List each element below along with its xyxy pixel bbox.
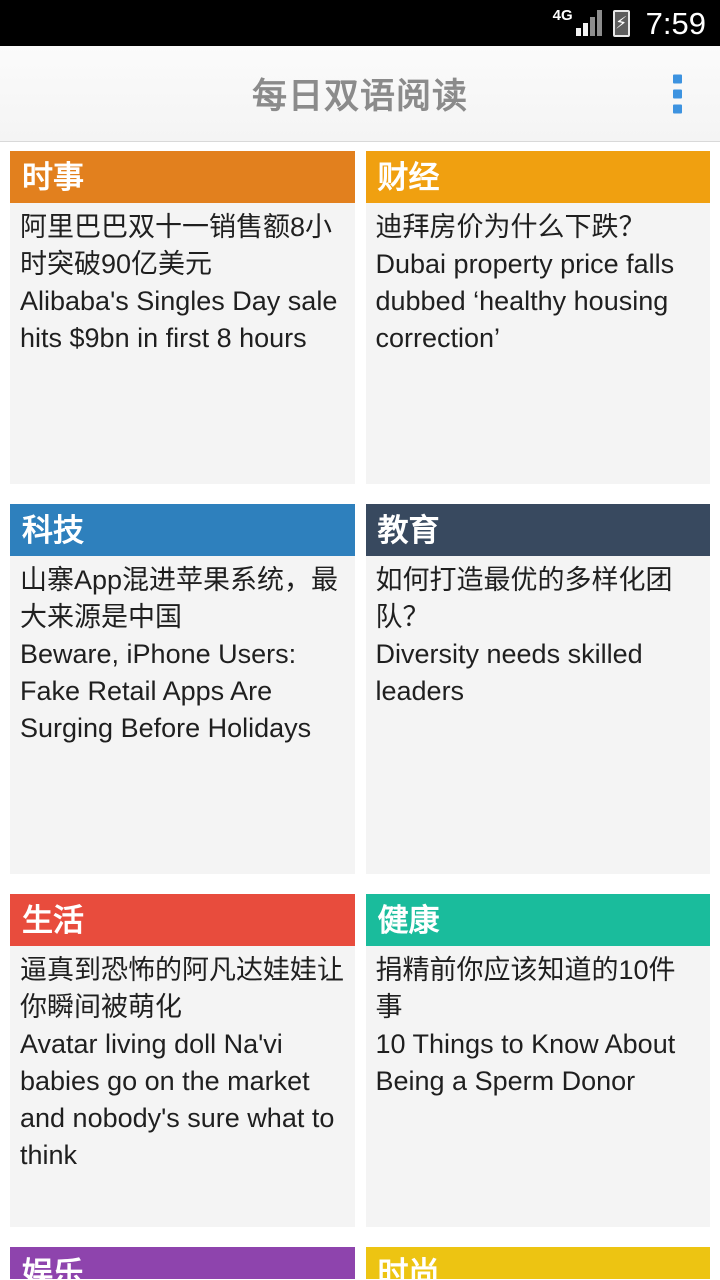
card-category-header: 娱乐 bbox=[10, 1247, 355, 1279]
news-card[interactable]: 时事 阿里巴巴双十一销售额8小时突破90亿美元 Alibaba's Single… bbox=[10, 151, 355, 484]
headline-zh: 捐精前你应该知道的10件事 bbox=[375, 955, 676, 1022]
action-bar: 每日双语阅读 bbox=[0, 46, 720, 142]
overflow-menu-icon[interactable] bbox=[667, 68, 688, 119]
card-category-label: 科技 bbox=[22, 512, 84, 548]
card-category-label: 生活 bbox=[22, 902, 84, 938]
card-category-header: 科技 bbox=[10, 504, 355, 556]
news-card[interactable]: 健康 捐精前你应该知道的10件事 10 Things to Know About… bbox=[365, 894, 710, 1227]
headline-zh: 阿里巴巴双十一销售额8小时突破90亿美元 bbox=[20, 212, 333, 279]
overflow-dot-1 bbox=[673, 74, 682, 83]
card-category-header: 时尚 bbox=[365, 1247, 710, 1280]
card-category-label: 娱乐 bbox=[22, 1255, 84, 1280]
card-body: 逼真到恐怖的阿凡达娃娃让你瞬间被萌化 Avatar living doll Na… bbox=[10, 946, 355, 1227]
headline-en: Alibaba's Singles Day sale hits $9bn in … bbox=[20, 286, 338, 353]
headline-zh: 如何打造最优的多样化团队？ bbox=[375, 565, 673, 632]
battery-charging-icon: ⚡ bbox=[612, 9, 630, 37]
card-category-header: 财经 bbox=[365, 151, 710, 203]
news-card-grid: 时事 阿里巴巴双十一销售额8小时突破90亿美元 Alibaba's Single… bbox=[0, 142, 720, 1279]
headline-zh: 山寨App混进苹果系统，最大来源是中国 bbox=[20, 565, 339, 632]
card-category-label: 教育 bbox=[377, 512, 440, 548]
headline-zh: 迪拜房价为什么下跌？ bbox=[375, 212, 646, 242]
card-body: 山寨App混进苹果系统，最大来源是中国 Beware, iPhone Users… bbox=[10, 556, 355, 874]
news-card[interactable]: 娱乐 bbox=[10, 1247, 355, 1279]
headline-zh: 逼真到恐怖的阿凡达娃娃让你瞬间被萌化 bbox=[20, 955, 344, 1022]
page-title: 每日双语阅读 bbox=[251, 77, 468, 116]
signal-strength-icon bbox=[575, 10, 602, 36]
card-category-label: 财经 bbox=[377, 159, 440, 195]
card-body: 迪拜房价为什么下跌？ Dubai property price falls du… bbox=[365, 203, 710, 484]
news-card[interactable]: 科技 山寨App混进苹果系统，最大来源是中国 Beware, iPhone Us… bbox=[10, 504, 355, 874]
status-bar: 4G ⚡ 7:59 bbox=[0, 0, 720, 46]
card-category-label: 健康 bbox=[377, 902, 440, 938]
card-category-header: 教育 bbox=[365, 504, 710, 556]
card-category-label: 时事 bbox=[22, 159, 84, 195]
status-bar-indicators: 4G ⚡ 7:59 bbox=[553, 8, 706, 39]
card-category-header: 生活 bbox=[10, 894, 355, 946]
headline-en: Dubai property price falls dubbed ‘healt… bbox=[375, 249, 675, 353]
news-card[interactable]: 生活 逼真到恐怖的阿凡达娃娃让你瞬间被萌化 Avatar living doll… bbox=[10, 894, 355, 1227]
card-category-header: 时事 bbox=[10, 151, 355, 203]
card-body: 如何打造最优的多样化团队？ Diversity needs skilled le… bbox=[365, 556, 710, 874]
status-bar-clock: 7:59 bbox=[645, 5, 706, 41]
overflow-dot-3 bbox=[673, 104, 682, 113]
headline-en: Avatar living doll Na'vi babies go on th… bbox=[20, 1029, 335, 1170]
news-card[interactable]: 财经 迪拜房价为什么下跌？ Dubai property price falls… bbox=[365, 151, 710, 484]
headline-en: Diversity needs skilled leaders bbox=[375, 639, 643, 706]
news-card[interactable]: 教育 如何打造最优的多样化团队？ Diversity needs skilled… bbox=[365, 504, 710, 874]
network-type-label: 4G bbox=[552, 6, 573, 24]
news-card[interactable]: 时尚 bbox=[365, 1247, 710, 1280]
card-category-label: 时尚 bbox=[377, 1255, 440, 1280]
card-body: 捐精前你应该知道的10件事 10 Things to Know About Be… bbox=[365, 946, 710, 1227]
overflow-dot-2 bbox=[673, 89, 682, 98]
card-category-header: 健康 bbox=[365, 894, 710, 946]
headline-en: Beware, iPhone Users: Fake Retail Apps A… bbox=[20, 639, 312, 743]
headline-en: 10 Things to Know About Being a Sperm Do… bbox=[375, 1029, 676, 1096]
card-body: 阿里巴巴双十一销售额8小时突破90亿美元 Alibaba's Singles D… bbox=[10, 203, 355, 484]
